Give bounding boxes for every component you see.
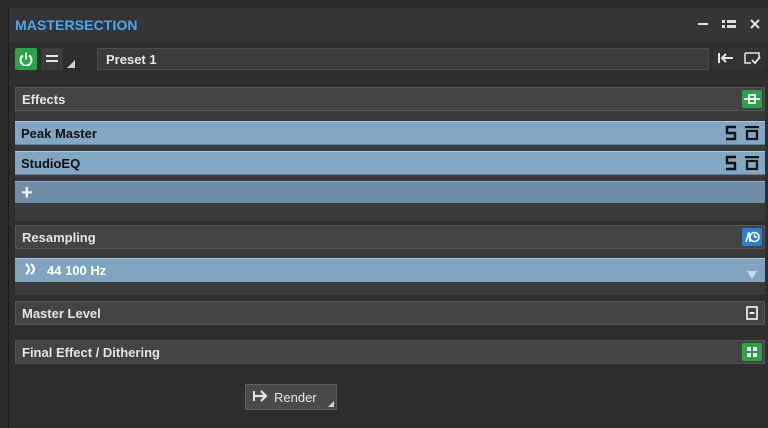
render-dropdown-corner[interactable]: [328, 401, 334, 407]
plugin-icons: [725, 155, 759, 174]
list-icon[interactable]: [721, 16, 737, 32]
title-bar: MASTERSECTION: [9, 8, 768, 42]
bypass-icon[interactable]: [745, 125, 759, 144]
master-level-icon[interactable]: [742, 304, 762, 322]
close-icon[interactable]: [747, 16, 763, 32]
add-plugin-label: +: [21, 181, 33, 204]
menu-dropdown-corner[interactable]: [67, 60, 75, 68]
minimize-icon[interactable]: [695, 16, 711, 32]
master-level-header-label: Master Level: [22, 305, 101, 321]
resample-mode-icon: [25, 263, 39, 278]
bypass-icon[interactable]: [745, 155, 759, 174]
plugin-icons: [725, 125, 759, 144]
master-level-section-header[interactable]: Master Level: [15, 301, 765, 325]
final-effect-section-header[interactable]: Final Effect / Dithering: [15, 340, 765, 364]
dithering-icon[interactable]: [742, 343, 762, 361]
back-to-start-icon[interactable]: [717, 51, 735, 68]
plugin-name: StudioEQ: [21, 155, 81, 171]
plugin-row[interactable]: Peak Master: [15, 121, 765, 145]
effects-header-label: Effects: [22, 91, 66, 107]
preset-name-field[interactable]: Preset 1: [97, 48, 709, 70]
final-effect-header-label: Final Effect / Dithering: [22, 344, 160, 360]
menu-button[interactable]: [41, 48, 63, 70]
render-label: Render: [274, 389, 317, 405]
master-section-panel: MASTERSECTION Preset 1 Effects Peak Mast…: [8, 8, 768, 428]
effects-section-header[interactable]: Effects: [15, 87, 765, 111]
window-title: MASTERSECTION: [15, 17, 138, 33]
plugin-name: Peak Master: [21, 125, 97, 141]
solo-icon[interactable]: [725, 155, 737, 174]
resampling-icon[interactable]: [742, 228, 762, 246]
render-button[interactable]: Render: [245, 384, 337, 410]
add-plugin-button[interactable]: +: [15, 181, 765, 203]
plugin-row[interactable]: StudioEQ: [15, 151, 765, 175]
menu-icon: [46, 55, 58, 62]
sample-rate-value: 44 100 Hz: [47, 263, 107, 278]
preset-icons: [713, 48, 765, 70]
sample-rate-select[interactable]: 44 100 Hz: [15, 258, 765, 282]
resampling-header-label: Resampling: [22, 229, 96, 245]
window-controls: [695, 16, 763, 32]
resampling-section-header[interactable]: Resampling: [15, 225, 765, 249]
power-button[interactable]: [15, 48, 37, 70]
save-preset-icon[interactable]: [743, 51, 761, 68]
render-icon: [252, 389, 268, 405]
power-icon: [19, 52, 33, 66]
dropdown-arrow-icon: [747, 267, 757, 282]
effects-chain-icon[interactable]: [742, 90, 762, 108]
solo-icon[interactable]: [725, 125, 737, 144]
preset-row: Preset 1: [15, 48, 765, 72]
